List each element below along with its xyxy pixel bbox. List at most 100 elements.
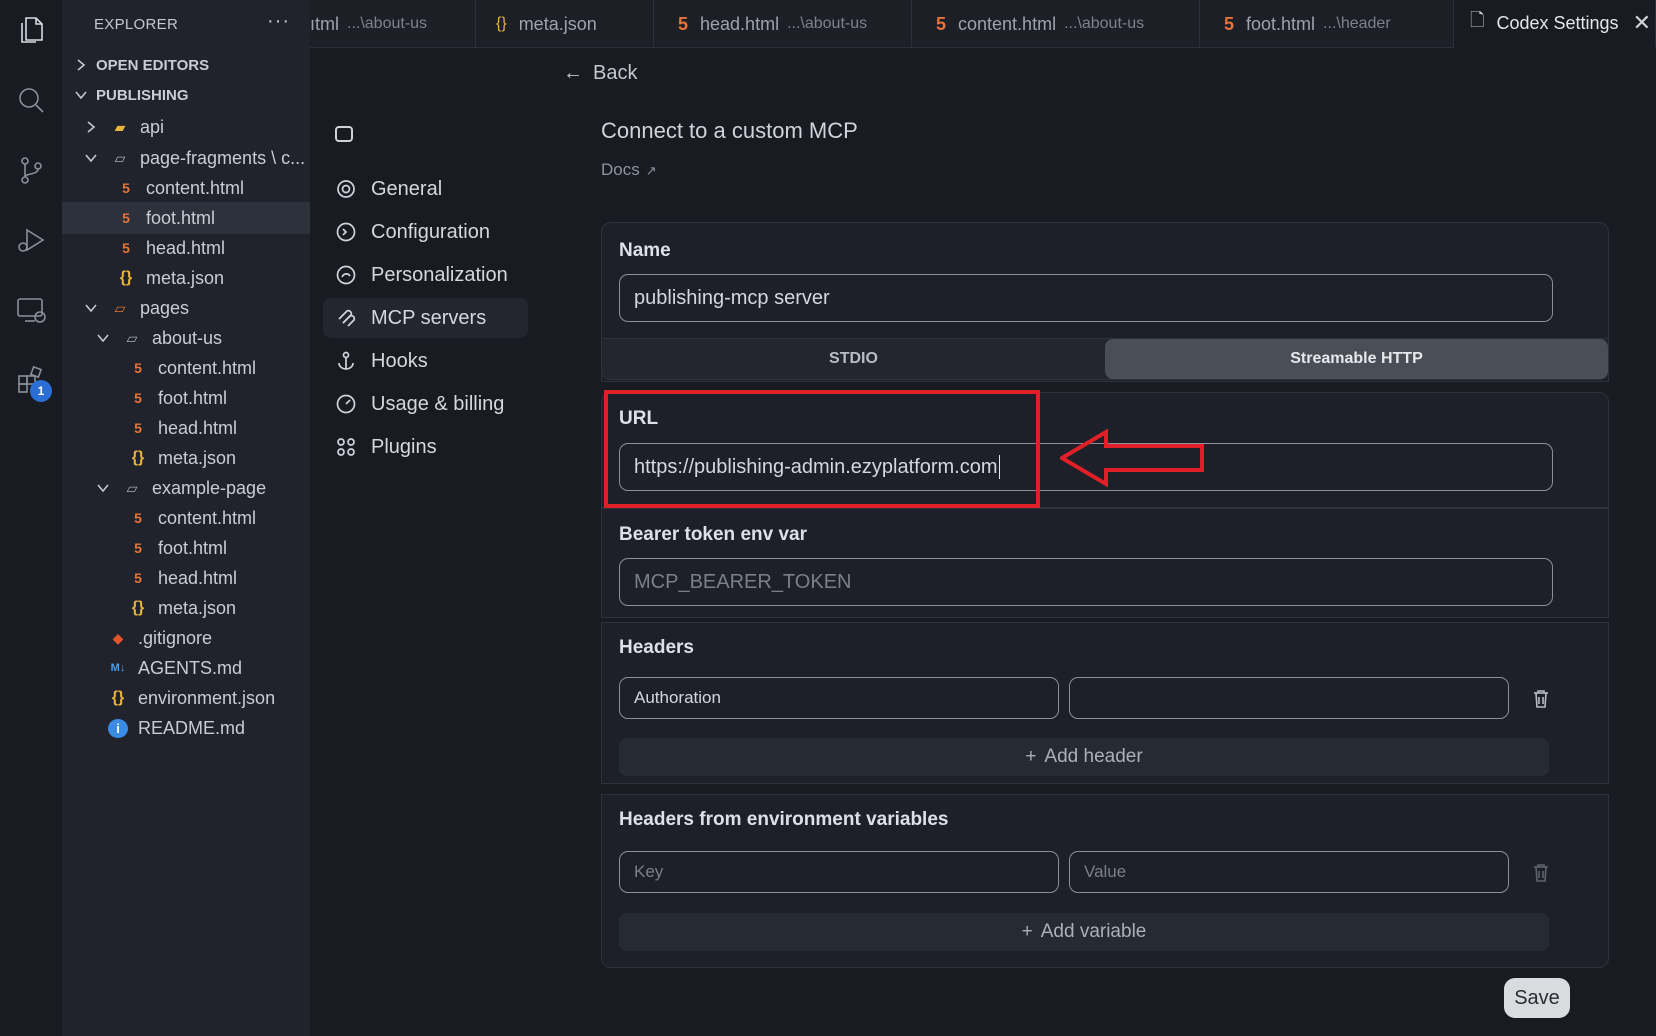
tree-item-file[interactable]: {} environment.json bbox=[62, 682, 310, 714]
tree-item-file[interactable]: M↓ AGENTS.md bbox=[62, 652, 310, 684]
nav-item-label: Usage & billing bbox=[371, 392, 505, 415]
tree-item-label: meta.json bbox=[158, 447, 237, 468]
tree-item-file[interactable]: 5 head.html bbox=[62, 412, 310, 444]
tree-item-label: head.html bbox=[158, 567, 238, 588]
add-header-button[interactable]: + Add header bbox=[619, 738, 1549, 776]
tree-item-example-page[interactable]: ▱ example-page bbox=[62, 472, 310, 504]
tab-about-us-html[interactable]: ıtml ...\about-us bbox=[310, 0, 476, 48]
external-link-icon: ↗ bbox=[645, 163, 657, 178]
name-input[interactable]: publishing-mcp server bbox=[619, 274, 1553, 322]
tab-content-html[interactable]: 5 content.html ...\about-us bbox=[912, 0, 1200, 48]
remote-explorer-icon[interactable] bbox=[13, 292, 49, 328]
tree-item-label: README.md bbox=[138, 717, 246, 738]
anchor-icon bbox=[338, 351, 354, 370]
tab-path: ...\about-us bbox=[787, 15, 868, 32]
tree-item-label: content.html bbox=[158, 357, 257, 378]
more-actions-icon[interactable]: ··· bbox=[267, 10, 290, 33]
html-file-icon: 5 bbox=[122, 210, 130, 226]
header-key-value: Authoration bbox=[634, 688, 721, 707]
chevron-right-icon bbox=[87, 121, 96, 133]
tree-item-file[interactable]: 5 head.html bbox=[62, 562, 310, 594]
tab-label: foot.html bbox=[1246, 13, 1316, 34]
git-file-icon: ◆ bbox=[112, 629, 124, 646]
tab-path: ...\about-us bbox=[1064, 15, 1145, 32]
nav-item-label: Configuration bbox=[371, 220, 490, 243]
open-editors-section[interactable]: OPEN EDITORS bbox=[62, 50, 310, 80]
nav-item-hooks[interactable]: Hooks bbox=[323, 341, 528, 381]
tab-codex-settings[interactable]: 🗋 Codex Settings ✕ bbox=[1454, 0, 1656, 48]
files-icon[interactable] bbox=[13, 12, 49, 48]
chevron-down-icon bbox=[97, 484, 109, 493]
search-icon[interactable] bbox=[13, 82, 49, 118]
bearer-token-input[interactable]: MCP_BEARER_TOKEN bbox=[619, 558, 1553, 606]
headers-card: Headers Authoration + Add header bbox=[601, 622, 1609, 784]
tree-item-about-us[interactable]: ▱ about-us bbox=[62, 322, 310, 354]
env-value-input[interactable]: Value bbox=[1069, 851, 1509, 893]
nav-item-plugins[interactable]: Plugins bbox=[323, 427, 528, 467]
tree-item-file[interactable]: ◆ .gitignore bbox=[62, 622, 310, 654]
tree-item-file[interactable]: 5 content.html bbox=[62, 352, 310, 384]
sidebar-toggle-icon[interactable] bbox=[335, 126, 353, 142]
nav-item-configuration[interactable]: Configuration bbox=[323, 212, 528, 252]
back-button[interactable]: ← Back bbox=[563, 62, 637, 85]
tree-item-file[interactable]: 5 content.html bbox=[62, 502, 310, 534]
tree-item-file[interactable]: 5 foot.html bbox=[62, 382, 310, 414]
folder-open-icon: ▱ bbox=[126, 479, 138, 496]
close-icon[interactable]: ✕ bbox=[1633, 10, 1651, 36]
tree-item-file[interactable]: {} meta.json bbox=[62, 592, 310, 624]
save-button[interactable]: Save bbox=[1504, 978, 1570, 1018]
tree-item-file[interactable]: 5 content.html bbox=[62, 172, 310, 204]
tree-item-file[interactable]: {} meta.json bbox=[62, 442, 310, 474]
nav-item-mcp-servers[interactable]: MCP servers bbox=[323, 298, 528, 338]
json-file-icon: {} bbox=[111, 689, 125, 706]
streamable-http-option[interactable]: Streamable HTTP bbox=[1105, 339, 1608, 379]
delete-header-icon[interactable] bbox=[1532, 689, 1550, 709]
delete-variable-icon[interactable] bbox=[1532, 863, 1550, 883]
personalization-icon bbox=[336, 265, 356, 285]
tab-foot-html[interactable]: 5 foot.html ...\header bbox=[1200, 0, 1454, 48]
arrow-left-icon: ← bbox=[563, 62, 583, 84]
tree-item-label: .gitignore bbox=[138, 627, 213, 648]
nav-item-usage-billing[interactable]: Usage & billing bbox=[323, 384, 528, 424]
docs-link[interactable]: Docs ↗ bbox=[601, 160, 657, 180]
workspace-label: PUBLISHING bbox=[96, 86, 189, 104]
tree-item-label: meta.json bbox=[158, 597, 237, 618]
folder-pages-icon: ▱ bbox=[114, 299, 126, 316]
tree-item-file[interactable]: 5 foot.html bbox=[62, 202, 310, 234]
name-label: Name bbox=[619, 240, 671, 261]
chevron-down-icon bbox=[85, 154, 97, 163]
tab-meta-json[interactable]: {} meta.json bbox=[476, 0, 654, 48]
tab-path: ...\header bbox=[1323, 15, 1391, 32]
html-file-icon: 5 bbox=[134, 540, 142, 556]
run-debug-icon[interactable] bbox=[13, 222, 49, 258]
activity-bar: 1 bbox=[0, 0, 62, 1036]
tree-item-file[interactable]: i README.md bbox=[62, 712, 310, 744]
workspace-section[interactable]: PUBLISHING bbox=[62, 80, 310, 110]
tab-label: ıtml bbox=[310, 13, 339, 34]
tree-item-file[interactable]: 5 head.html bbox=[62, 232, 310, 264]
tree-item-page-fragments[interactable]: ▱ page-fragments \ c... bbox=[62, 142, 310, 174]
tree-item-file[interactable]: 5 foot.html bbox=[62, 532, 310, 564]
add-variable-label: Add variable bbox=[1040, 921, 1147, 942]
nav-item-general[interactable]: General bbox=[323, 169, 528, 209]
add-variable-button[interactable]: + Add variable bbox=[619, 913, 1549, 951]
tree-item-pages[interactable]: ▱ pages bbox=[62, 292, 310, 324]
tree-item-label: about-us bbox=[152, 327, 223, 348]
tree-item-label: foot.html bbox=[158, 537, 228, 558]
header-value-input[interactable] bbox=[1069, 677, 1509, 719]
tree-item-label: head.html bbox=[158, 417, 238, 438]
tab-head-html[interactable]: 5 head.html ...\about-us bbox=[654, 0, 912, 48]
env-key-input[interactable]: Key bbox=[619, 851, 1059, 893]
nav-item-label: General bbox=[371, 177, 443, 200]
header-key-input[interactable]: Authoration bbox=[619, 677, 1059, 719]
html-file-icon: 5 bbox=[678, 13, 689, 34]
html-file-icon: 5 bbox=[122, 180, 130, 196]
tree-item-file[interactable]: {} meta.json bbox=[62, 262, 310, 294]
nav-item-personalization[interactable]: Personalization bbox=[323, 255, 528, 295]
tree-item-label: example-page bbox=[152, 477, 267, 498]
stdio-option[interactable]: STDIO bbox=[602, 339, 1105, 379]
nav-item-label: Hooks bbox=[371, 349, 428, 372]
source-control-icon[interactable] bbox=[13, 152, 49, 188]
headers-label: Headers bbox=[619, 637, 694, 658]
tree-item-api[interactable]: ▰ api bbox=[62, 111, 310, 143]
